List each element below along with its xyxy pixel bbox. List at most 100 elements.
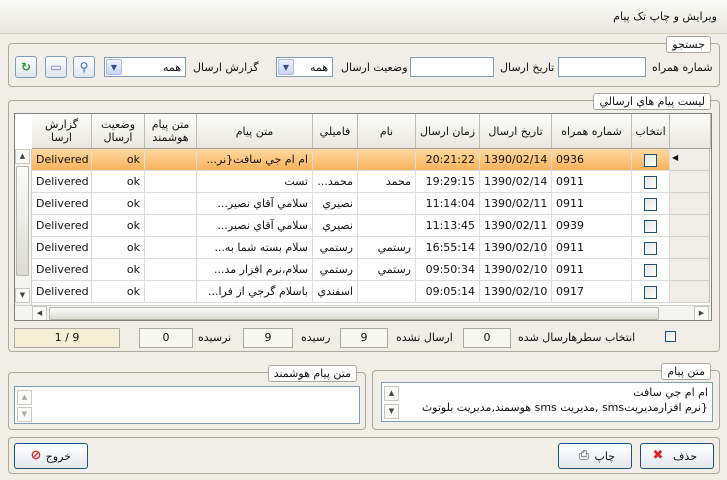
table-cell-phone[interactable]: 0911 [552,259,632,281]
table-cell-smart[interactable] [145,237,197,259]
table-cell-phone[interactable]: 0939 [552,215,632,237]
table-cell-family[interactable] [313,149,358,171]
table-cell-report[interactable]: Delivered [32,215,92,237]
table-cell-report[interactable]: Delivered [32,281,92,303]
table-cell-family[interactable]: نصيري [313,215,358,237]
row-header[interactable] [670,281,710,303]
table-cell-message[interactable]: سلامي آقاي نصير... [197,215,313,237]
table-cell-report[interactable]: Delivered [32,171,92,193]
table-cell-date[interactable]: 1390/02/11 [480,215,552,237]
table-cell-name[interactable] [358,215,416,237]
table-cell-status[interactable]: ok [92,215,145,237]
table-cell-select[interactable] [632,149,670,171]
scroll-up-icon[interactable]: ▲ [15,149,30,164]
table-cell-time[interactable]: 20:21:22 [416,149,480,171]
table-cell-smart[interactable] [145,193,197,215]
row-checkbox[interactable] [644,197,657,211]
message-text-area[interactable]: ام ام جي سافت {نرم افزارمديريتsms ,مديري… [381,382,713,422]
table-cell-smart[interactable] [145,259,197,281]
table-cell-phone[interactable]: 0917 [552,281,632,303]
table-cell-name[interactable]: محمد [358,171,416,193]
checkbox-icon[interactable] [665,330,676,342]
table-cell-date[interactable]: 1390/02/14 [480,149,552,171]
table-cell-family[interactable]: رستمي [313,259,358,281]
table-cell-status[interactable]: ok [92,171,145,193]
table-cell-time[interactable]: 19:29:15 [416,171,480,193]
table-cell-time[interactable]: 09:50:34 [416,259,480,281]
table-cell-phone[interactable]: 0936 [552,149,632,171]
table-cell-date[interactable]: 1390/02/14 [480,171,552,193]
table-cell-status[interactable]: ok [92,237,145,259]
table-cell-select[interactable] [632,259,670,281]
column-header-message[interactable]: متن پيام [197,114,313,149]
clear-button[interactable]: ▭ [45,56,67,78]
column-header-time[interactable]: زمان ارسال [416,114,480,149]
messages-table[interactable]: انتخاب شماره همراه تاريخ ارسال زمان ارسا… [14,113,712,321]
select-rows-checkbox[interactable] [665,329,676,342]
table-cell-message[interactable]: سلام،نرم افزار مد... [197,259,313,281]
table-cell-family[interactable]: نصيري [313,193,358,215]
table-cell-name[interactable] [358,149,416,171]
refresh-button[interactable]: ↻ [15,56,37,78]
row-checkbox[interactable] [644,219,657,233]
table-cell-phone[interactable]: 0911 [552,193,632,215]
scroll-right-icon[interactable]: ▶ [694,306,709,320]
table-cell-message[interactable]: سلامي آقاي نصير... [197,193,313,215]
table-cell-report[interactable]: Delivered [32,259,92,281]
row-checkbox[interactable] [644,241,657,255]
table-cell-smart[interactable] [145,149,197,171]
row-header[interactable] [670,237,710,259]
table-cell-date[interactable]: 1390/02/11 [480,193,552,215]
print-button[interactable]: چاپ ⎙ [558,443,632,469]
row-header[interactable] [670,259,710,281]
table-cell-smart[interactable] [145,215,197,237]
column-header-phone[interactable]: شماره همراه [552,114,632,149]
scroll-up-icon[interactable]: ▲ [17,390,32,405]
table-cell-select[interactable] [632,215,670,237]
vertical-scroll-thumb[interactable] [16,166,29,276]
table-cell-select[interactable] [632,193,670,215]
status-select[interactable]: همه ▼ [276,57,333,77]
column-header-status[interactable]: وضعيت ارسال [92,114,145,149]
row-header[interactable] [670,193,710,215]
table-cell-date[interactable]: 1390/02/10 [480,259,552,281]
vertical-scrollbar[interactable]: ▲ ▼ [15,149,32,305]
column-header-name[interactable]: نام [358,114,416,149]
row-checkbox[interactable] [644,153,657,167]
table-cell-select[interactable] [632,281,670,303]
horizontal-scrollbar[interactable]: ◀ ▶ [15,305,711,320]
row-header[interactable]: ◀ [670,149,710,171]
column-header-family[interactable]: فاميلي [313,114,358,149]
chevron-down-icon[interactable]: ▼ [106,59,122,75]
row-checkbox[interactable] [644,175,657,189]
column-header-date[interactable]: تاريخ ارسال [480,114,552,149]
smart-message-text-area[interactable]: ▲ ▼ [14,386,360,424]
exit-button[interactable]: خروج ⊘ [14,443,88,469]
column-header-select[interactable]: انتخاب [632,114,670,149]
column-header-report[interactable]: گزارش ارسا [32,114,92,149]
table-cell-family[interactable]: محمد... [313,171,358,193]
scroll-up-icon[interactable]: ▲ [384,386,399,401]
scroll-down-icon[interactable]: ▼ [15,288,30,303]
table-cell-status[interactable]: ok [92,193,145,215]
table-cell-time[interactable]: 11:13:45 [416,215,480,237]
table-cell-smart[interactable] [145,171,197,193]
report-select[interactable]: همه ▼ [104,57,186,77]
table-cell-select[interactable] [632,237,670,259]
scroll-down-icon[interactable]: ▼ [17,407,32,422]
table-cell-message[interactable]: سلام بسته شما به... [197,237,313,259]
table-cell-time[interactable]: 16:55:14 [416,237,480,259]
table-cell-name[interactable]: رستمي [358,237,416,259]
scroll-down-icon[interactable]: ▼ [384,404,399,419]
table-cell-name[interactable] [358,193,416,215]
table-cell-family[interactable]: رستمي [313,237,358,259]
delete-button[interactable]: حذف ✖ [640,443,714,469]
scroll-left-icon[interactable]: ◀ [32,306,47,320]
row-header[interactable] [670,171,710,193]
table-cell-phone[interactable]: 0911 [552,171,632,193]
table-cell-time[interactable]: 09:05:14 [416,281,480,303]
table-cell-date[interactable]: 1390/02/10 [480,281,552,303]
table-cell-report[interactable]: Delivered [32,193,92,215]
table-cell-message[interactable]: تست [197,171,313,193]
table-cell-select[interactable] [632,171,670,193]
